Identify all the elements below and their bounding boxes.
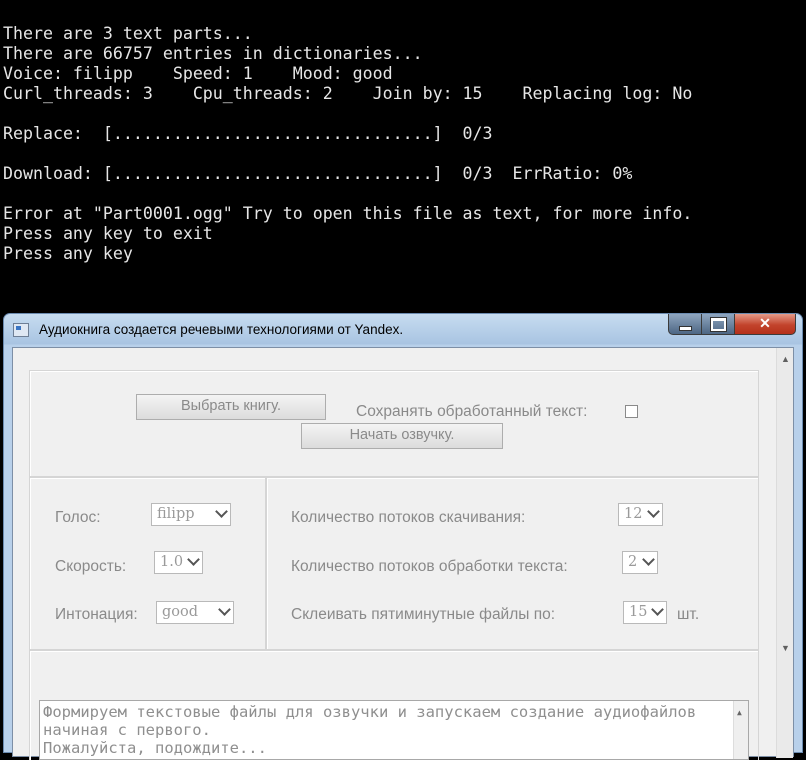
console-line: There are 66757 entries in dictionaries.… [3,44,423,63]
chevron-down-icon [651,603,664,616]
chevron-down-icon [218,603,231,616]
app-window: Аудиокнига создается речевыми технология… [3,313,803,760]
download-threads-label: Количество потоков скачивания: [291,509,526,526]
console-output: There are 3 text parts... There are 66757… [0,0,806,320]
console-line: Replace: [..............................… [3,124,493,143]
scroll-up-icon: ▲ [737,708,742,717]
speed-select[interactable]: 1.0 [154,551,203,574]
save-text-checkbox[interactable] [625,405,638,418]
log-textarea[interactable]: Формируем текстовые файлы для озвучки и … [39,700,749,760]
console-line: Curl_threads: 3 Cpu_threads: 2 Join by: … [3,84,693,103]
window-title: Аудиокнига создается речевыми технология… [39,322,404,337]
console-line: Voice: filipp Speed: 1 Mood: good [3,64,393,83]
maximize-icon [710,318,726,331]
log-scrollbar[interactable]: ▲ [733,701,748,759]
log-text: Формируем текстовые файлы для озвучки и … [43,703,697,757]
voice-label: Голос: [55,509,101,526]
console-line: Press any key [3,244,133,263]
chevron-down-icon [187,553,200,566]
close-button[interactable]: ✕ [734,314,796,335]
mood-select[interactable]: good [156,601,234,624]
console-line: Download: [.............................… [3,164,633,183]
console-line: Press any key to exit [3,224,213,243]
cpu-threads-value: 2 [628,554,638,570]
vertical-scrollbar[interactable]: ▲ ▼ [776,348,793,758]
chevron-down-icon [215,505,228,518]
scroll-down-icon[interactable]: ▼ [781,643,790,653]
scroll-up-icon[interactable]: ▲ [781,354,790,364]
voice-select[interactable]: filipp [151,503,231,526]
chevron-down-icon [642,553,655,566]
join-unit-label: шт. [677,606,700,623]
voice-value: filipp [157,506,195,522]
download-threads-value: 12 [624,506,643,522]
download-threads-select[interactable]: 12 [618,503,663,526]
app-window-icon [13,323,29,337]
minimize-button[interactable] [668,314,702,335]
maximize-button[interactable] [701,314,735,335]
speed-value: 1.0 [160,554,184,570]
chevron-down-icon [647,505,660,518]
client-area: Выбрать книгу. Сохранять обработанный те… [12,347,794,760]
join-files-select[interactable]: 15 [623,601,667,624]
join-files-label: Склеивать пятиминутные файлы по: [291,606,556,623]
console-line: There are 3 text parts... [3,24,253,43]
choose-book-button[interactable]: Выбрать книгу. [136,394,326,420]
join-files-value: 15 [629,604,648,620]
cpu-threads-label: Количество потоков обработки текста: [291,558,568,575]
mood-label: Интонация: [55,606,138,623]
speed-label: Скорость: [55,558,127,575]
title-bar[interactable]: Аудиокнига создается речевыми технология… [4,314,802,346]
cpu-threads-select[interactable]: 2 [622,551,658,574]
minimize-icon [678,326,692,331]
mood-value: good [162,604,199,620]
console-line: Error at "Part0001.ogg" Try to open this… [3,204,693,223]
start-button[interactable]: Начать озвучку. [301,423,503,449]
close-icon: ✕ [759,315,771,331]
save-text-label: Сохранять обработанный текст: [356,403,588,420]
